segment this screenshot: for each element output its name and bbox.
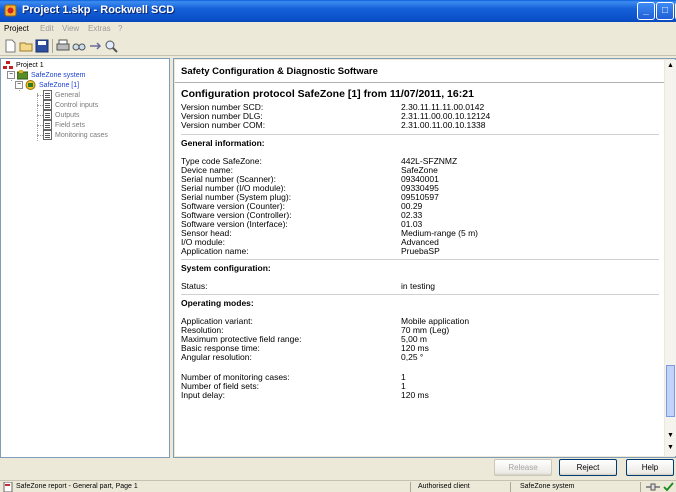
minimize-button[interactable]: _ xyxy=(637,2,655,20)
save-icon[interactable] xyxy=(35,39,49,53)
menu-extras[interactable]: Extras xyxy=(88,24,111,33)
report-scrollbar[interactable]: ▲ ▼ ▼ xyxy=(665,60,676,456)
menu-edit[interactable]: Edit xyxy=(40,24,54,33)
divider xyxy=(410,482,411,492)
tree-label: SafeZone [1] xyxy=(39,81,80,89)
page-icon xyxy=(43,100,52,110)
section-heading-system: System configuration: xyxy=(181,263,271,273)
window-title: Project 1.skp - Rockwell SCD xyxy=(22,4,175,16)
tree-label: Control inputs xyxy=(55,101,99,109)
toolbar xyxy=(0,36,676,56)
tree-item-monitoring-cases[interactable]: Monitoring cases xyxy=(43,130,108,140)
project-tree: Project 1 − SafeZone system − SafeZone [… xyxy=(0,58,170,458)
section-heading-modes: Operating modes: xyxy=(181,298,254,308)
report-title: Configuration protocol SafeZone [1] from… xyxy=(181,88,474,100)
page-icon xyxy=(43,90,52,100)
menu-project[interactable]: Project xyxy=(4,24,29,33)
page-icon xyxy=(43,120,52,130)
report-row: Version number COM: 2.31.00.11.00.10.1338 xyxy=(181,120,486,130)
tree-label: General xyxy=(55,91,80,99)
page-icon xyxy=(43,110,52,120)
toolbar-separator xyxy=(52,39,53,53)
report-row: Status: in testing xyxy=(181,281,436,291)
find-icon[interactable] xyxy=(72,39,86,53)
tree-item-field-sets[interactable]: Field sets xyxy=(43,120,85,130)
reject-button[interactable]: Reject xyxy=(559,459,617,476)
status-system: SafeZone system xyxy=(520,483,575,490)
tree-label: Monitoring cases xyxy=(55,131,108,139)
maximize-button[interactable]: □ xyxy=(656,2,674,20)
status-bar: SafeZone report - General part, Page 1 A… xyxy=(0,480,676,492)
divider xyxy=(640,482,641,492)
tree-item-outputs[interactable]: Outputs xyxy=(43,110,80,120)
divider xyxy=(181,259,659,260)
menu-view[interactable]: View xyxy=(62,24,79,33)
scanner-icon xyxy=(25,80,36,90)
collapse-toggle[interactable]: − xyxy=(15,81,23,89)
connection-icon xyxy=(646,483,660,491)
scroll-down-icon[interactable]: ▼ xyxy=(667,432,674,439)
button-bar: Release Reject Help xyxy=(173,458,676,478)
report-header: Safety Configuration & Diagnostic Softwa… xyxy=(181,66,378,77)
open-folder-icon[interactable] xyxy=(19,39,33,53)
tree-item-project[interactable]: Project 1 xyxy=(3,60,44,70)
divider xyxy=(175,82,664,83)
help-button[interactable]: Help xyxy=(626,459,674,476)
print-icon[interactable] xyxy=(56,39,70,53)
tree-label: Field sets xyxy=(55,121,85,129)
transfer-icon[interactable] xyxy=(88,39,102,53)
project-icon xyxy=(3,60,13,69)
scroll-up-icon[interactable]: ▲ xyxy=(667,62,674,69)
check-icon xyxy=(663,482,674,492)
tree-connector xyxy=(37,93,38,141)
report-frame: Safety Configuration & Diagnostic Softwa… xyxy=(173,58,676,458)
tree-label: SafeZone system xyxy=(31,71,86,79)
report-row: Application name: PruebaSP xyxy=(181,246,440,256)
app-icon xyxy=(4,4,17,17)
status-report: SafeZone report - General part, Page 1 xyxy=(16,483,138,490)
divider xyxy=(181,294,659,295)
tree-label: Outputs xyxy=(55,111,80,119)
report-view: Safety Configuration & Diagnostic Softwa… xyxy=(175,60,664,456)
section-heading-general: General information: xyxy=(181,138,265,148)
menu-help[interactable]: ? xyxy=(118,24,122,33)
report-icon xyxy=(3,482,13,492)
tree-label: Project 1 xyxy=(16,61,44,69)
report-row: Input delay: 120 ms xyxy=(181,390,429,400)
zoom-icon[interactable] xyxy=(104,39,118,53)
report-row: Angular resolution: 0,25 ° xyxy=(181,352,424,362)
release-button[interactable]: Release xyxy=(494,459,552,476)
new-file-icon[interactable] xyxy=(3,39,17,53)
title-bar: Project 1.skp - Rockwell SCD _ □ × xyxy=(0,0,676,22)
system-icon xyxy=(17,70,28,80)
collapse-toggle[interactable]: − xyxy=(7,71,15,79)
tree-item-device[interactable]: − SafeZone [1] xyxy=(15,80,79,90)
tree-item-general[interactable]: General xyxy=(43,90,80,100)
scroll-thumb[interactable] xyxy=(666,365,675,417)
divider xyxy=(510,482,511,492)
status-client: Authorised client xyxy=(418,483,470,490)
menu-bar: Project Edit View Extras ? xyxy=(0,22,676,36)
page-icon xyxy=(43,130,52,140)
tree-item-system[interactable]: − SafeZone system xyxy=(7,70,85,80)
scroll-end-icon[interactable]: ▼ xyxy=(667,444,674,451)
divider xyxy=(181,134,659,135)
tree-item-control-inputs[interactable]: Control inputs xyxy=(43,100,98,110)
